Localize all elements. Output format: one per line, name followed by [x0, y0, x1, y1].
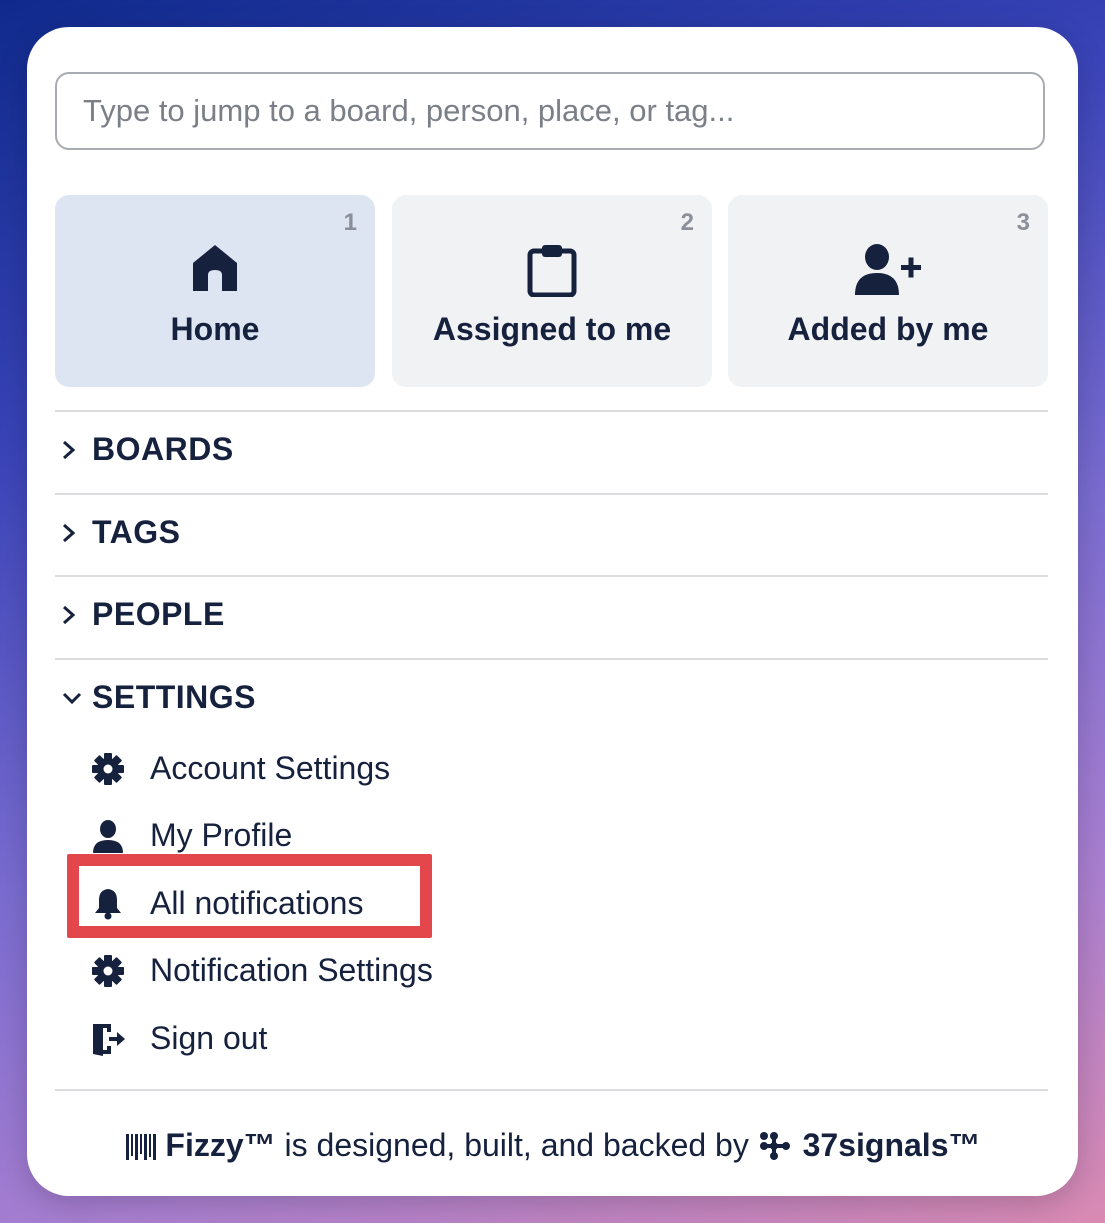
gear-icon [91, 752, 125, 791]
tile-label: Added by me [787, 311, 989, 347]
chevron-right-icon [61, 439, 77, 466]
tile-assigned-to-me[interactable]: 2 Assigned to me [392, 195, 712, 387]
section-label: SETTINGS [92, 679, 257, 715]
divider [55, 1089, 1048, 1091]
settings-item-my-profile[interactable]: My Profile [87, 811, 507, 863]
user-plus-icon [855, 243, 921, 300]
chevron-down-icon [61, 687, 83, 714]
person-icon [91, 819, 125, 858]
shortcut-number: 2 [680, 209, 694, 236]
fizzy-logo-icon [125, 1127, 166, 1163]
gear-icon [91, 954, 125, 993]
section-label: BOARDS [92, 431, 234, 467]
footer: Fizzy™ is designed, built, and backed by… [27, 1127, 1078, 1164]
settings-item-account-settings[interactable]: Account Settings [87, 744, 507, 796]
settings-item-label: Sign out [150, 1020, 268, 1056]
sign-out-icon [91, 1022, 127, 1061]
section-label: PEOPLE [92, 596, 225, 632]
settings-item-label: Notification Settings [150, 952, 433, 988]
search-input[interactable] [55, 72, 1045, 150]
tile-label: Home [170, 311, 260, 347]
home-icon [191, 243, 239, 298]
chevron-right-icon [61, 522, 77, 549]
settings-item-label: Account Settings [150, 750, 391, 786]
settings-item-all-notifications[interactable]: All notifications [87, 879, 507, 931]
section-boards[interactable]: BOARDS [55, 421, 1048, 481]
clipboard-icon [526, 243, 578, 302]
divider [55, 658, 1048, 660]
footer-text: is designed, built, and backed by [275, 1127, 758, 1163]
shortcut-number: 3 [1016, 209, 1030, 236]
section-tags[interactable]: TAGS [55, 504, 1048, 564]
divider [55, 575, 1048, 577]
settings-item-label: All notifications [150, 885, 364, 921]
divider [55, 410, 1048, 412]
settings-item-label: My Profile [150, 817, 293, 853]
section-people[interactable]: PEOPLE [55, 586, 1048, 646]
settings-item-notification-settings[interactable]: Notification Settings [87, 946, 507, 998]
section-label: TAGS [92, 514, 181, 550]
bell-icon [91, 887, 125, 926]
37signals-logo-icon [758, 1127, 803, 1163]
divider [55, 493, 1048, 495]
navigation-panel: 1 Home 2 Assigned to me 3 [27, 27, 1078, 1196]
quick-links: 1 Home 2 Assigned to me 3 Added by me [55, 195, 1048, 387]
settings-item-sign-out[interactable]: Sign out [87, 1014, 507, 1066]
section-settings[interactable]: SETTINGS [55, 669, 1048, 729]
tile-added-by-me[interactable]: 3 Added by me [728, 195, 1048, 387]
tile-label: Assigned to me [432, 311, 672, 347]
tile-home[interactable]: 1 Home [55, 195, 375, 387]
footer-product: Fizzy™ [165, 1127, 276, 1163]
footer-company: 37signals™ [802, 1127, 981, 1163]
chevron-right-icon [61, 604, 77, 631]
shortcut-number: 1 [343, 209, 357, 236]
